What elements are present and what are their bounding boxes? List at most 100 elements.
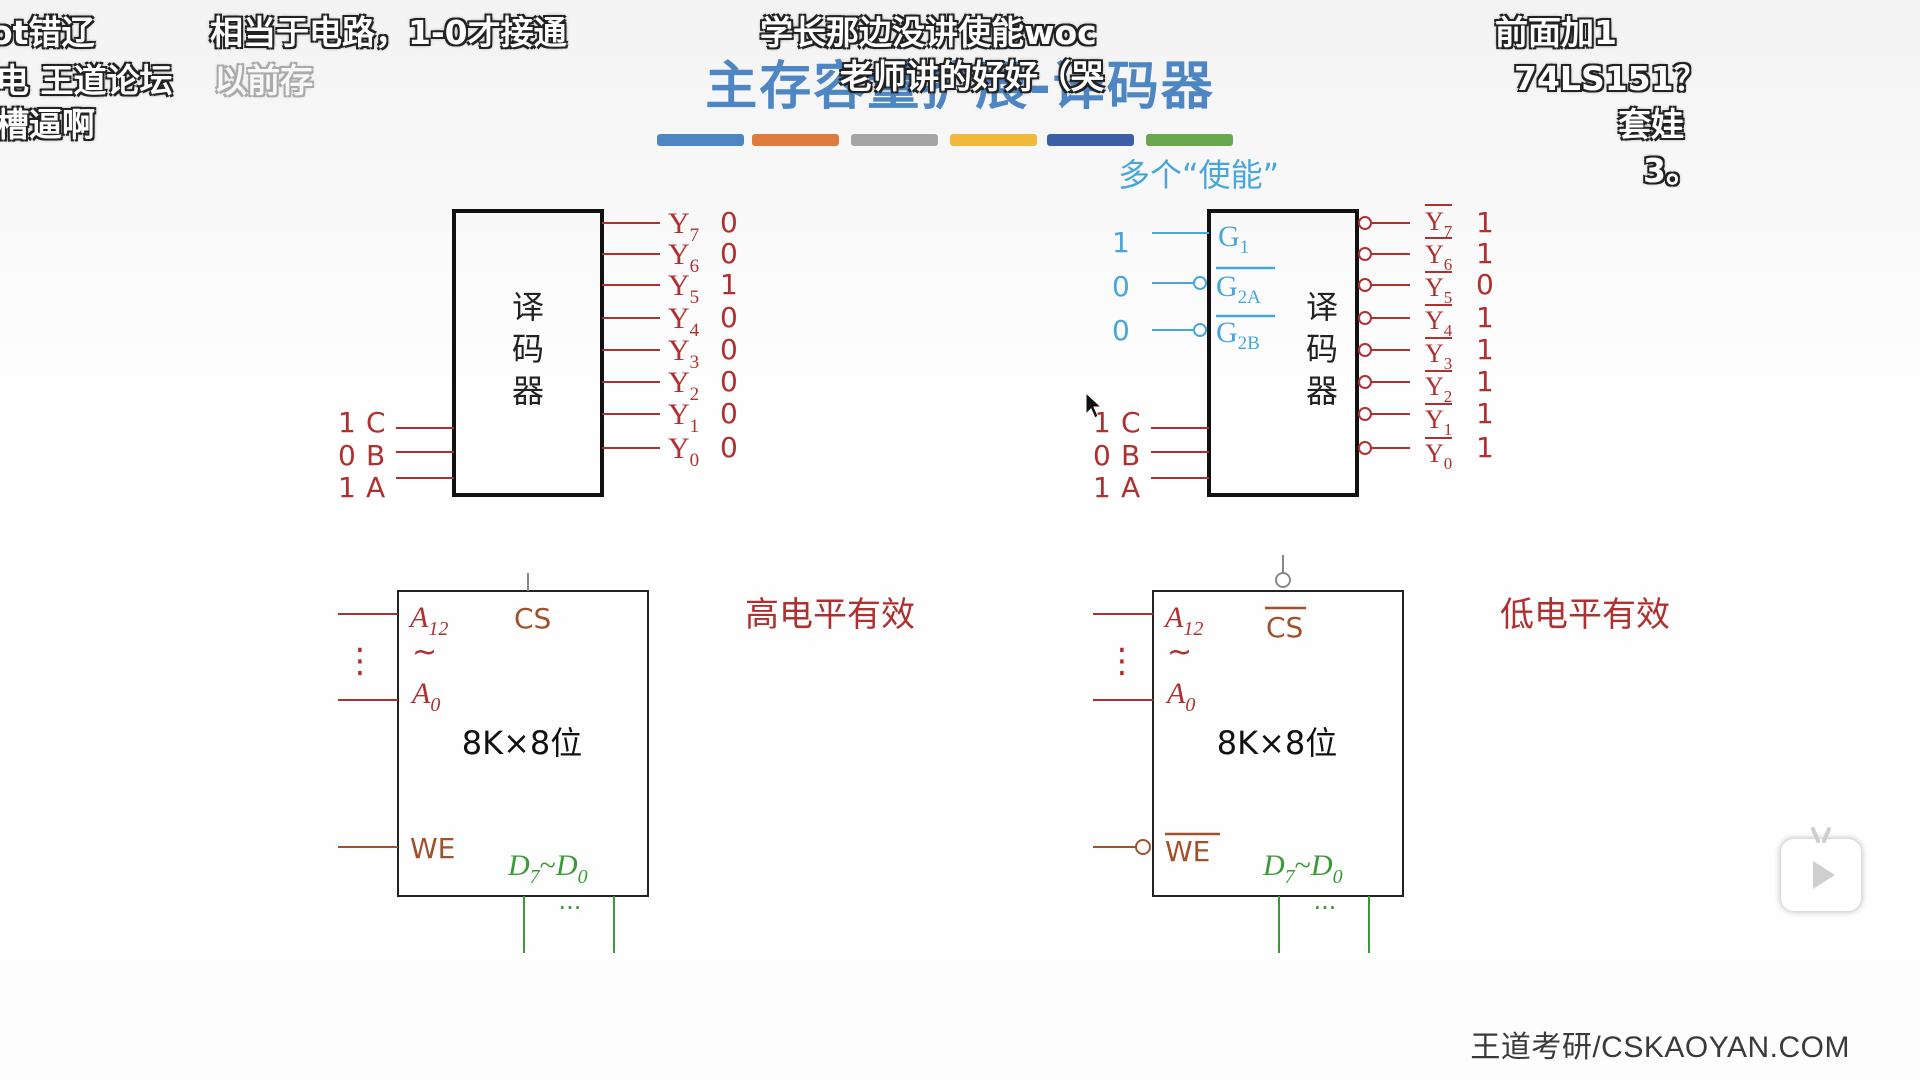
right-decoder-output-y1: Y1 1 [1358, 397, 1494, 439]
svg-text:G2A: G2A [1216, 270, 1261, 308]
danmaku-comment: 以前存 [214, 61, 313, 100]
play-button[interactable] [1780, 827, 1862, 912]
svg-text:0: 0 [1112, 314, 1130, 347]
svg-text:Y6: Y6 [1425, 240, 1452, 274]
right-chip-we-bubble [1135, 839, 1151, 855]
svg-text:1: 1 [1476, 365, 1494, 398]
left-y5-value: 1 [720, 268, 738, 301]
right-chip-data-dots: ··· [1314, 894, 1337, 922]
left-chip-data-dots: ··· [559, 894, 582, 922]
svg-text:1: 1 [338, 406, 356, 439]
svg-text:1: 1 [1476, 333, 1494, 366]
left-chip-note: 高电平有效 [745, 595, 915, 635]
right-decoder-label-1: 译 [1306, 288, 1338, 326]
danmaku-comment: ot错辽 [0, 13, 95, 52]
play-icon [1813, 861, 1835, 889]
left-decoder-input-b: 0 B [338, 439, 454, 472]
danmaku-comment: 电 王道论坛 [0, 61, 173, 100]
enable-g2b: 0 G2B [1112, 314, 1275, 354]
enable-note: 多个“使能” [1118, 156, 1279, 194]
right-decoder-output-y5: Y5 0 [1358, 268, 1494, 307]
svg-text:1: 1 [1093, 471, 1111, 504]
svg-text:1: 1 [338, 471, 356, 504]
danmaku-comment: 套娃 [1618, 105, 1684, 144]
danmaku-comment: 相当于电路，1-0才接通 [210, 13, 567, 52]
left-chip-we: WE [410, 832, 455, 865]
right-chip-addr-vdots: ⋮ [1105, 641, 1139, 681]
right-decoder-input-c: 1 C [1093, 406, 1209, 439]
right-chip-note: 低电平有效 [1500, 595, 1670, 635]
left-y3-value: 0 [720, 333, 738, 366]
svg-text:Y5: Y5 [1425, 273, 1452, 307]
svg-text:G2B: G2B [1216, 316, 1260, 354]
left-decoder-input-a: 1 A [338, 471, 454, 504]
right-decoder-input-a: 1 A [1093, 471, 1209, 504]
svg-text:0: 0 [1112, 270, 1130, 303]
right-chip-cs: CS [1266, 611, 1303, 644]
svg-text:0: 0 [1093, 439, 1111, 472]
right-chip-we: WE [1165, 835, 1210, 868]
tv-ears-icon [1811, 827, 1831, 843]
right-decoder-output-y4: Y4 1 [1358, 301, 1494, 340]
left-y1-value: 0 [720, 397, 738, 430]
svg-text:0: 0 [1476, 268, 1494, 301]
svg-text:Y3: Y3 [1425, 339, 1452, 373]
svg-text:C: C [1121, 406, 1141, 439]
svg-text:1: 1 [1476, 237, 1494, 270]
svg-text:0: 0 [338, 439, 356, 472]
danmaku-comment: 老师讲的好好（哭 [840, 57, 1104, 96]
svg-text:1: 1 [1476, 397, 1494, 430]
left-y6-value: 0 [720, 237, 738, 270]
left-chip-capacity: 8K×8位 [462, 724, 583, 762]
svg-text:A: A [366, 471, 385, 504]
right-decoder-input-b: 0 B [1093, 439, 1209, 472]
right-chip-cs-bubble [1275, 572, 1291, 588]
danmaku-comment: 学长那边没讲使能woc [760, 13, 1097, 52]
svg-text:1: 1 [1476, 431, 1494, 464]
slide: 主存容量扩展-译码器 译 码 器 Y7 0 Y6 0 Y5 1 Y4 0 Y3 … [0, 0, 1920, 1080]
svg-text:Y1: Y1 [1425, 405, 1452, 439]
svg-text:Y7: Y7 [1425, 207, 1453, 241]
left-chip-a0: A0 [410, 677, 440, 716]
svg-text:Y0: Y0 [1425, 439, 1452, 473]
right-decoder-output-y7: Y7 1 [1358, 204, 1494, 241]
right-decoder-output-y0: Y0 1 [1358, 431, 1494, 473]
svg-text:1: 1 [1476, 206, 1494, 239]
right-chip-data-range: D7~D0 [1262, 849, 1343, 888]
svg-text:A: A [1121, 471, 1140, 504]
left-chip-tilde: ~ [412, 635, 437, 670]
svg-text:1: 1 [1476, 301, 1494, 334]
enable-g2a: 0 G2A [1112, 266, 1275, 308]
right-chip-a0: A0 [1165, 677, 1195, 716]
svg-text:C: C [366, 406, 386, 439]
svg-text:Y0: Y0 [668, 432, 699, 471]
right-decoder-output-y2: Y2 1 [1358, 365, 1494, 406]
left-decoder-output-y0: Y0 0 [602, 431, 738, 471]
right-decoder-label-3: 器 [1306, 372, 1338, 410]
right-chip-capacity: 8K×8位 [1217, 724, 1338, 762]
left-y7-value: 0 [720, 206, 738, 239]
svg-text:G1: G1 [1218, 220, 1249, 258]
circuit-diagram: 译 码 器 Y7 0 Y6 0 Y5 1 Y4 0 Y3 0 Y2 0 Y1 0… [338, 156, 1670, 953]
left-chip-addr-vdots: ⋮ [343, 641, 377, 681]
danmaku-comment: 前面加1 [1495, 13, 1617, 52]
svg-text:Y4: Y4 [1425, 306, 1453, 340]
left-y2-value: 0 [720, 365, 738, 398]
right-decoder-label-2: 码 [1306, 330, 1338, 368]
svg-text:B: B [1121, 439, 1140, 472]
left-chip-cs: CS [514, 602, 551, 635]
svg-text:B: B [366, 439, 385, 472]
right-chip-tilde: ~ [1167, 635, 1192, 670]
left-decoder-label-1: 译 [512, 288, 544, 326]
left-decoder-output-y1: Y1 0 [602, 397, 738, 437]
left-decoder-label-3: 器 [512, 372, 544, 410]
danmaku-comment: 3。 [1643, 151, 1699, 190]
watermark: 王道考研/CSKAOYAN.COM [1470, 1031, 1850, 1064]
left-decoder-label-2: 码 [512, 330, 544, 368]
left-chip-data-range: D7~D0 [507, 849, 588, 888]
danmaku-comment: 槽逼啊 [0, 105, 95, 144]
svg-text:Y2: Y2 [1425, 372, 1452, 406]
left-y4-value: 0 [720, 301, 738, 334]
left-y0-value: 0 [720, 431, 738, 464]
svg-text:1: 1 [1112, 226, 1130, 259]
